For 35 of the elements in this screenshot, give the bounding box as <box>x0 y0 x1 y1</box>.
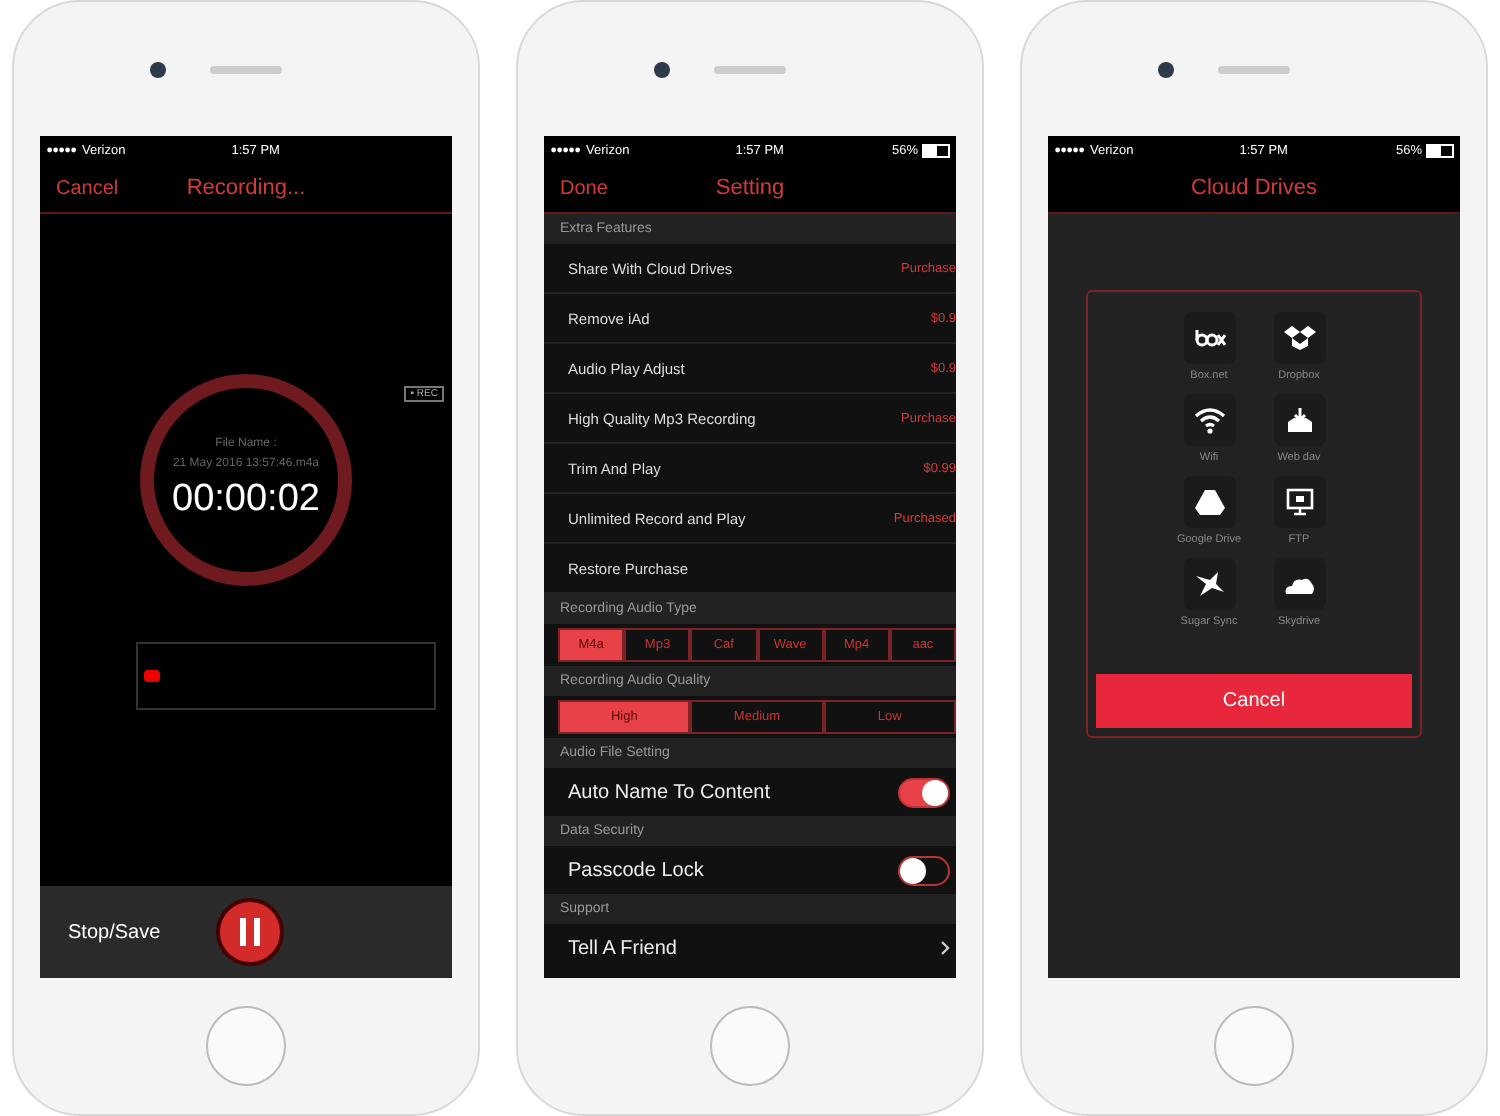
toggle-switch[interactable] <box>898 855 950 885</box>
screen-title: Cloud Drives <box>1191 176 1317 200</box>
speaker-grille <box>714 65 786 73</box>
screen-title: Setting <box>715 176 785 200</box>
drive-icon[interactable] <box>1273 394 1325 446</box>
drive-icon[interactable] <box>1273 312 1325 364</box>
battery-icon <box>1426 143 1454 157</box>
signal-icon <box>46 146 78 154</box>
speaker-grille <box>210 65 282 73</box>
stop-save-button[interactable]: Stop/Save <box>68 921 161 943</box>
pause-icon <box>238 916 263 948</box>
speaker-grille <box>1218 65 1290 73</box>
drive-icon[interactable] <box>1183 476 1235 528</box>
pause-button[interactable] <box>216 898 285 966</box>
drive-icon[interactable] <box>1183 394 1235 446</box>
signal-icon <box>1054 146 1086 154</box>
drive-icon[interactable] <box>1273 558 1325 610</box>
cancel-button[interactable]: Cancel <box>1096 674 1412 728</box>
done-button[interactable]: Done <box>544 177 624 199</box>
link-row-label[interactable]: Tell A Friend <box>568 937 677 959</box>
timer-display: 00:00:02 <box>172 478 320 522</box>
signal-icon <box>550 146 582 154</box>
screen-title: Recording... <box>186 176 306 200</box>
camera-icon <box>654 61 670 77</box>
drive-icon[interactable] <box>1183 312 1235 364</box>
toggle-label: Passcode Lock <box>568 859 704 881</box>
camera-icon <box>1158 61 1174 77</box>
toggle-label: Auto Name To Content <box>568 781 770 803</box>
camera-icon <box>150 61 166 77</box>
drive-icon[interactable] <box>1183 558 1235 610</box>
drive-icon[interactable] <box>1273 476 1325 528</box>
cancel-button[interactable]: Cancel <box>40 177 135 199</box>
battery-icon <box>922 143 950 157</box>
chevron-icon <box>940 940 950 956</box>
toggle-switch[interactable] <box>898 777 950 807</box>
